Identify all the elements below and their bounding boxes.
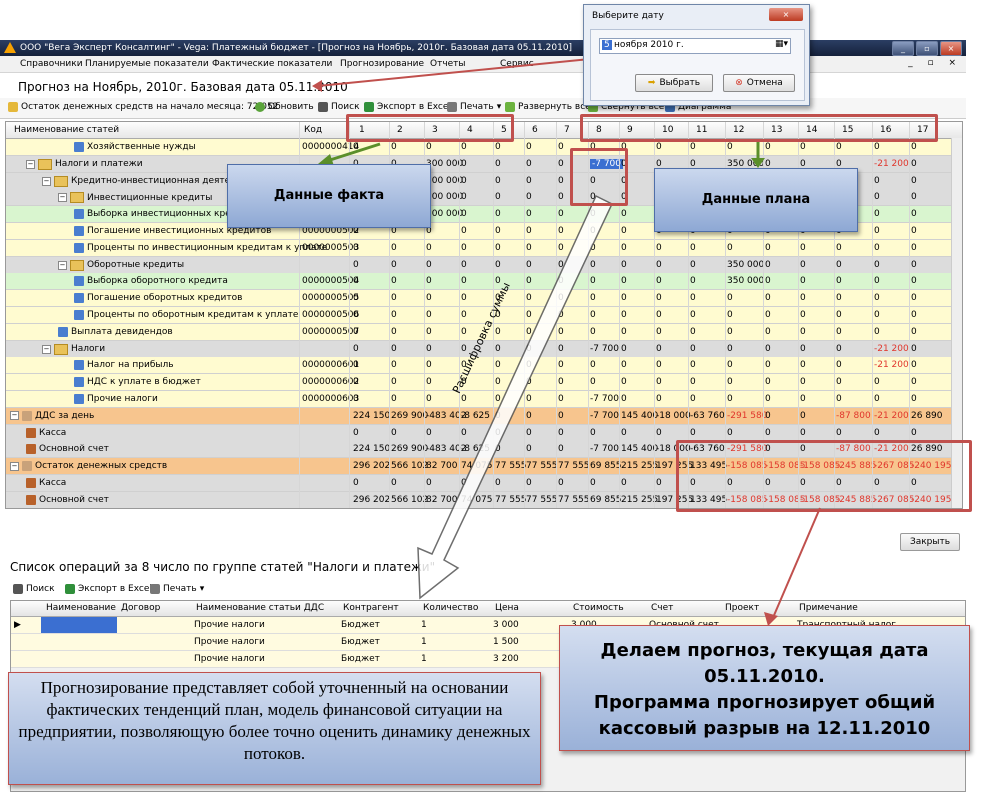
- fact-data-callout: Данные факта: [227, 164, 431, 228]
- date-picker-dialog: Выберите дату × 5 ноября 2010 г. ▦▾ ➡ Выб…: [583, 4, 810, 106]
- forecast-pointer-arrowhead: [764, 612, 778, 626]
- select-label: Выбрать: [659, 78, 701, 88]
- decode-arrow: [417, 194, 613, 600]
- dialog-pointer-line: [317, 57, 601, 87]
- gap-cells-highlight: [676, 440, 972, 512]
- forecast-note-line-2: Программа прогнозирует общий кассовый ра…: [593, 692, 936, 739]
- date-input[interactable]: 5 ноября 2010 г. ▦▾: [599, 38, 791, 54]
- forecast-note-line-1: Делаем прогноз, текущая дата 05.11.2010.: [600, 640, 929, 687]
- forecast-pointer-line: [771, 507, 821, 621]
- date-rest-segment: ноября 2010 г.: [614, 40, 684, 50]
- cancel-icon: ⊗: [735, 78, 743, 88]
- dialog-close-button[interactable]: ×: [769, 8, 803, 21]
- dialog-title: Выберите дату: [592, 11, 664, 21]
- dialog-body: 5 ноября 2010 г. ▦▾ ➡ Выбрать ⊗ Отмена: [590, 29, 805, 101]
- fact-cell-highlight: [570, 148, 628, 206]
- plan-data-callout: Данные плана: [654, 168, 858, 232]
- dialog-pointer-arrowhead: [312, 80, 322, 92]
- fact-columns-highlight: [346, 114, 514, 142]
- arrow-right-icon: ➡: [647, 78, 656, 88]
- cancel-label: Отмена: [746, 78, 783, 88]
- forecast-gap-note: Делаем прогноз, текущая дата 05.11.2010.…: [559, 625, 970, 751]
- plan-columns-highlight: [580, 114, 938, 142]
- plan-arrowhead: [751, 158, 765, 168]
- fact-arrow-line: [329, 142, 381, 162]
- dialog-cancel-button[interactable]: ⊗ Отмена: [723, 74, 795, 92]
- dialog-select-button[interactable]: ➡ Выбрать: [635, 74, 713, 92]
- calendar-dropdown-icon[interactable]: ▦▾: [775, 39, 788, 49]
- date-day-segment[interactable]: 5: [602, 40, 612, 50]
- forecast-definition-note: Прогнозирование представляет собой уточн…: [8, 672, 541, 785]
